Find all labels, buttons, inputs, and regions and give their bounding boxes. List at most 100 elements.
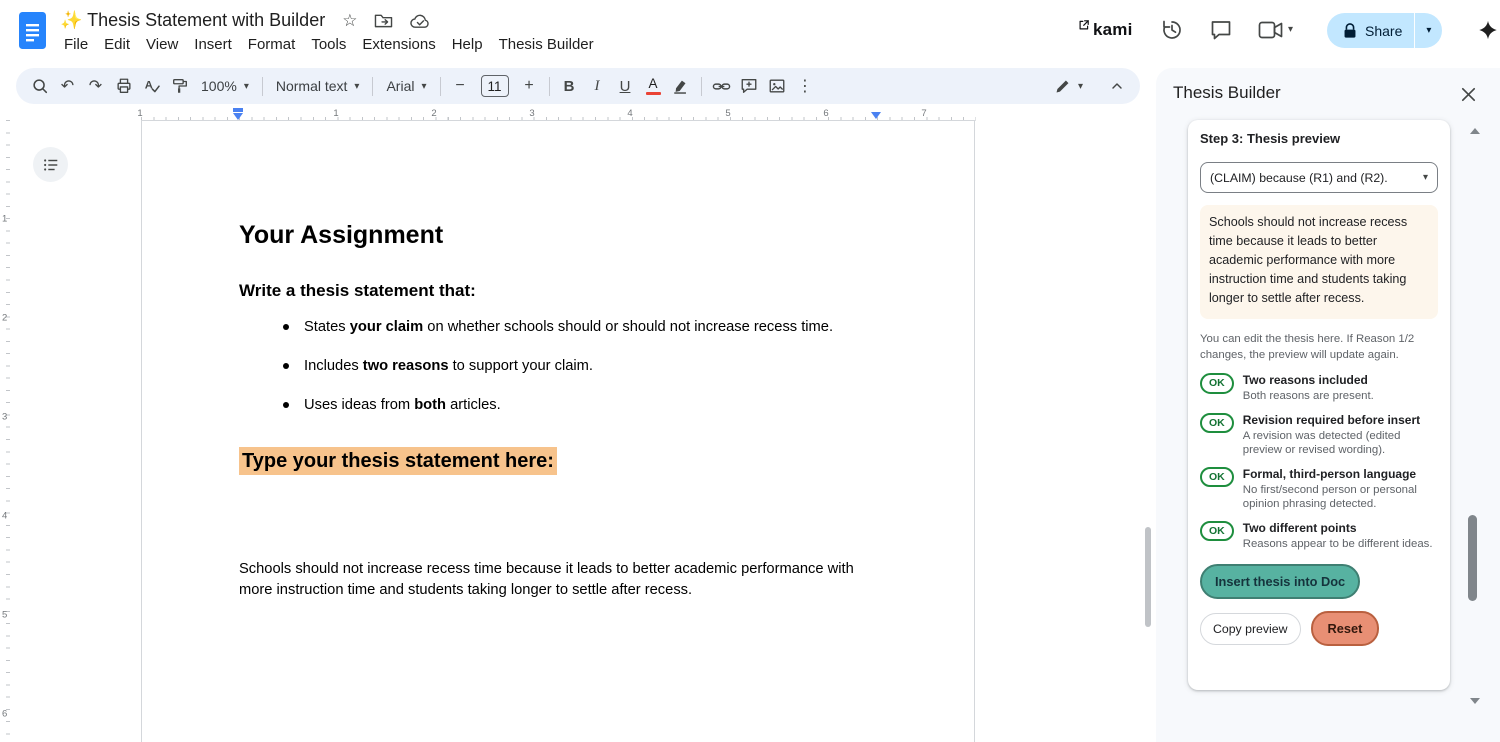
paint-format-icon[interactable] (166, 73, 193, 100)
font-size-input[interactable]: 11 (480, 75, 509, 97)
font-family-select[interactable]: Arial ▾ (379, 73, 433, 100)
toolbar-divider (700, 76, 702, 96)
insert-thesis-button[interactable]: Insert thesis into Doc (1200, 564, 1361, 599)
menu-file[interactable]: File (56, 35, 96, 54)
decrease-font-size-button[interactable]: − (447, 73, 474, 100)
menu-insert[interactable]: Insert (186, 35, 240, 54)
copy-preview-button[interactable]: Copy preview (1200, 612, 1301, 645)
ruler-number: 5 (2, 609, 8, 621)
show-outline-button[interactable] (33, 147, 68, 182)
gemini-sparkle-icon[interactable] (1477, 19, 1499, 41)
left-indent-marker[interactable] (233, 108, 243, 120)
undo-icon[interactable]: ↶ (54, 73, 81, 100)
menu-edit[interactable]: Edit (96, 35, 138, 54)
redo-icon[interactable]: ↷ (82, 73, 109, 100)
toolbar: ↶ ↷ A 100% ▾ Normal text ▾ Arial ▾ − 11 … (16, 68, 1140, 104)
paragraph-style-select[interactable]: Normal text ▾ (269, 73, 367, 100)
ok-status-badge: OK (1200, 520, 1234, 541)
menu-view[interactable]: View (138, 35, 186, 54)
close-icon[interactable] (1459, 85, 1478, 104)
zoom-value: 100% (201, 78, 237, 94)
meet-chevron-down-icon[interactable]: ▾ (1288, 24, 1293, 35)
right-indent-marker[interactable] (871, 112, 881, 119)
first-line-indent-marker[interactable] (233, 108, 243, 112)
highlighted-text[interactable]: Type your thesis statement here: (239, 447, 557, 475)
print-icon[interactable] (110, 73, 137, 100)
ruler-number: 1 (333, 108, 339, 119)
ruler-number: 2 (431, 108, 437, 119)
check-item: OK Formal, third-person language No firs… (1200, 466, 1438, 512)
bullet-dot (283, 363, 289, 369)
comments-icon[interactable] (1209, 18, 1233, 42)
list-item[interactable]: Includes two reasons to support your cla… (283, 356, 943, 376)
bullet-dot (283, 402, 289, 408)
doc-thesis-paragraph[interactable]: Schools should not increase recess time … (239, 559, 887, 600)
ok-status-badge: OK (1200, 412, 1234, 433)
bullet-text: Uses ideas from both articles. (304, 397, 501, 413)
doc-title-input[interactable]: ✨ Thesis Statement with Builder (60, 10, 325, 31)
text-color-letter: A (648, 75, 658, 91)
version-history-icon[interactable] (1160, 18, 1184, 42)
hide-menus-chevron-up-icon[interactable] (1103, 73, 1130, 100)
ruler-number: 3 (529, 108, 535, 119)
document-scrollbar-thumb[interactable] (1145, 527, 1151, 627)
document-page[interactable]: Your Assignment Write a thesis statement… (141, 120, 975, 742)
add-comment-icon[interactable] (736, 73, 763, 100)
chevron-down-icon: ▾ (1077, 80, 1083, 92)
insert-link-icon[interactable] (708, 73, 735, 100)
menu-thesis-builder[interactable]: Thesis Builder (491, 35, 602, 54)
list-item[interactable]: States your claim on whether schools sho… (283, 317, 943, 337)
underline-button[interactable]: U (612, 73, 639, 100)
ruler-number: 3 (2, 411, 8, 423)
sidebar-scroll-down-icon[interactable] (1470, 698, 1480, 704)
header: ✨ Thesis Statement with Builder ☆ File E… (0, 0, 1500, 64)
share-chevron-down-icon[interactable]: ▾ (1415, 25, 1442, 36)
toolbar-divider (439, 76, 441, 96)
template-select[interactable]: (CLAIM) because (R1) and (R2). ▾ (1200, 162, 1438, 193)
meet-video-icon[interactable] (1258, 20, 1283, 44)
text-color-button[interactable]: A (640, 73, 667, 100)
sidebar-scroll-up-icon[interactable] (1470, 128, 1480, 134)
docs-logo-icon[interactable] (18, 11, 47, 50)
menu-help[interactable]: Help (444, 35, 491, 54)
sidebar-scrollbar-thumb[interactable] (1468, 515, 1477, 601)
thesis-preview-card: Step 3: Thesis preview (CLAIM) because (… (1188, 120, 1450, 690)
chevron-down-icon: ▾ (421, 80, 427, 92)
share-button[interactable]: Share ▾ (1327, 13, 1443, 48)
ruler-number: 5 (725, 108, 731, 119)
italic-button[interactable]: I (584, 73, 611, 100)
menu-extensions[interactable]: Extensions (354, 35, 443, 54)
bold-button[interactable]: B (556, 73, 583, 100)
bullet-dot (283, 324, 289, 330)
menu-tools[interactable]: Tools (303, 35, 354, 54)
menu-bar: File Edit View Insert Format Tools Exten… (56, 35, 602, 54)
sidebar-title: Thesis Builder (1173, 83, 1281, 102)
check-list: OK Two reasons included Both reasons are… (1200, 373, 1438, 551)
toolbar-divider (261, 76, 263, 96)
star-icon[interactable]: ☆ (342, 12, 357, 29)
doc-heading[interactable]: Your Assignment (239, 221, 443, 250)
search-menus-icon[interactable] (26, 73, 53, 100)
highlight-color-icon[interactable] (668, 73, 695, 100)
external-link-icon (1079, 20, 1089, 30)
list-item[interactable]: Uses ideas from both articles. (283, 395, 943, 415)
thesis-preview-textarea[interactable]: Schools should not increase recess time … (1200, 205, 1438, 319)
increase-font-size-button[interactable]: + (516, 73, 543, 100)
kami-extension-button[interactable]: kami (1078, 19, 1133, 41)
reset-button[interactable]: Reset (1310, 611, 1380, 646)
spellcheck-icon[interactable]: A (138, 73, 165, 100)
text-color-swatch (645, 91, 661, 96)
check-text: Two reasons included Both reasons are pr… (1243, 373, 1374, 404)
zoom-select[interactable]: 100% ▾ (194, 73, 256, 100)
insert-image-icon[interactable] (764, 73, 791, 100)
move-folder-icon[interactable] (374, 12, 393, 29)
doc-bullet-list[interactable]: States your claim on whether schools sho… (283, 317, 943, 434)
right-margin-triangle[interactable] (871, 112, 881, 119)
chevron-down-icon: ▾ (354, 80, 360, 92)
left-margin-triangle[interactable] (233, 113, 243, 120)
editing-mode-select[interactable]: ▾ (1047, 73, 1090, 100)
menu-format[interactable]: Format (240, 35, 304, 54)
more-options-icon[interactable]: ⋮ (792, 73, 819, 100)
doc-highlighted-heading[interactable]: Type your thesis statement here: (239, 447, 557, 475)
doc-subheading[interactable]: Write a thesis statement that: (239, 281, 476, 301)
